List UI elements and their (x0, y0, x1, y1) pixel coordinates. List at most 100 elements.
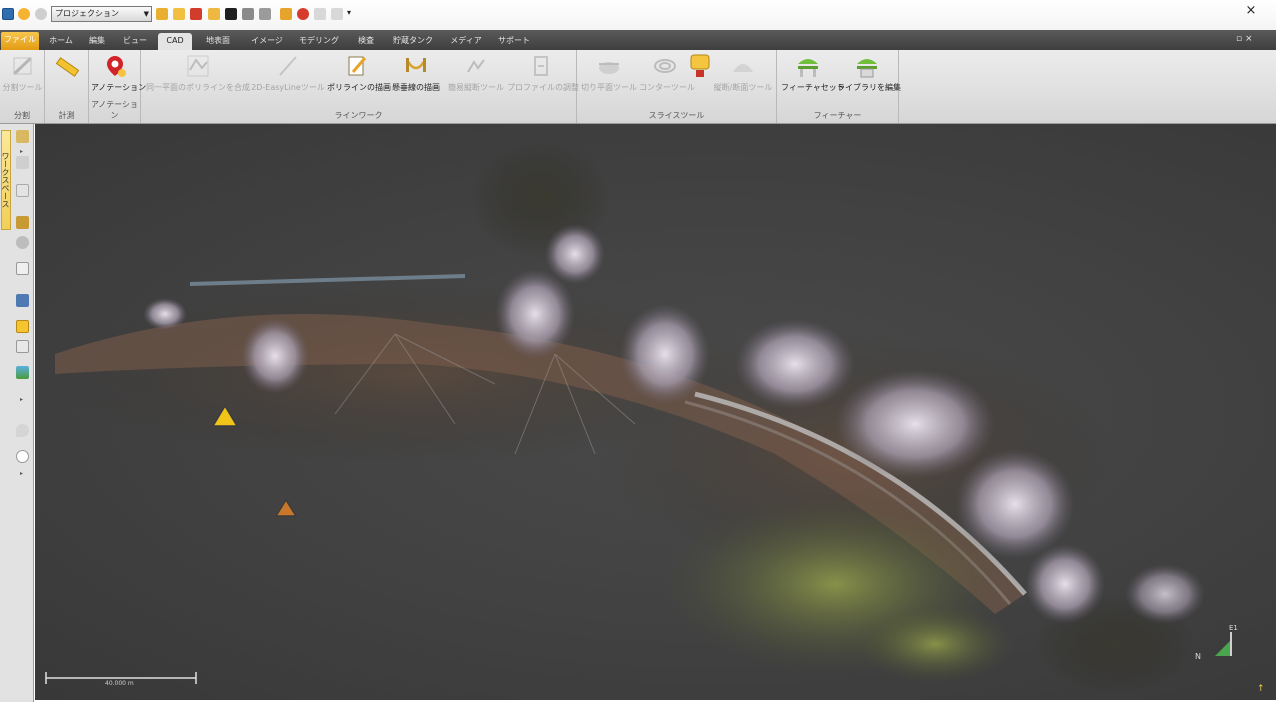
section-tool-button[interactable]: 縦断/断面ツール (711, 52, 775, 98)
export-icon[interactable] (208, 8, 220, 20)
tree-canopy (495, 269, 575, 359)
tab-cad[interactable]: CAD (158, 33, 192, 50)
edit-library-button[interactable]: ライブラリを編集 (837, 52, 901, 98)
window-restore-icon[interactable]: ▫ ⨯ (1236, 34, 1253, 44)
separator: ▸ (20, 470, 24, 477)
warning-view-icon[interactable] (16, 320, 29, 333)
axis-east-label: E1 (1229, 624, 1238, 632)
tree-canopy (1125, 564, 1205, 624)
drop-icon[interactable] (16, 424, 29, 437)
tree-canopy (835, 369, 995, 479)
profile-adjust-button[interactable]: プロファイルの調整 (507, 52, 579, 98)
tab-inspection[interactable]: 検査 (350, 33, 382, 50)
customize-icon[interactable]: ▾ (347, 8, 353, 20)
rotate-icon[interactable] (16, 236, 29, 249)
tab-ground[interactable]: 地表面 (196, 33, 240, 50)
tab-media[interactable]: メディア (446, 33, 486, 50)
group-label-slice: スライスツール (648, 111, 705, 120)
save-icon[interactable] (225, 8, 237, 20)
markup-icon[interactable] (314, 8, 326, 20)
fence-line (189, 274, 466, 286)
section-tool-label: 縦断/断面ツール (713, 83, 773, 92)
orientation-lock-icon[interactable]: ↑ (1257, 684, 1271, 696)
split-tool-icon (12, 56, 32, 76)
annotation-button[interactable]: アノテーション (91, 52, 146, 98)
screenshot-icon[interactable] (331, 8, 343, 20)
point-cloud-viewport[interactable]: 40.000 m N E1 ↑ (35, 124, 1276, 700)
section-tool-icon (733, 64, 753, 72)
app-icon[interactable] (2, 8, 14, 20)
edit-library-icon (857, 59, 877, 78)
ribbon: 分割ツール 分割 計測 アノテーション アノテーション 同一平面のポリラインを合… (0, 50, 1276, 124)
catenary-label: 懸垂線の描画 (392, 83, 440, 92)
catenary-icon (405, 58, 427, 72)
tab-view[interactable]: ビュー (116, 33, 154, 50)
layer-view-icon[interactable] (16, 294, 29, 307)
contour-icon (654, 59, 676, 73)
draw-polyline-label: ポリラインの描画 (327, 83, 391, 92)
feature-set-button[interactable]: フィーチャセット (781, 52, 845, 98)
tree-canopy (955, 449, 1075, 559)
tab-home[interactable]: ホーム (44, 33, 78, 50)
group-label-feature: フィーチャー (813, 111, 862, 120)
cut-plane-label: 切り平面ツール (581, 83, 637, 92)
warning-marker-icon[interactable] (274, 498, 298, 517)
undo-icon[interactable] (18, 8, 30, 20)
tab-image[interactable]: イメージ (246, 33, 288, 50)
cut-plane-button[interactable]: 切り平面ツール (581, 52, 637, 98)
select-icon[interactable] (16, 156, 29, 169)
profile-adjust-label: プロファイルの調整 (507, 83, 579, 92)
close-icon[interactable]: × (1240, 2, 1262, 22)
ribbon-group-annotation: アノテーション アノテーション (89, 50, 146, 123)
merge-polyline-button[interactable]: 同一平面のポリラインを合成 (145, 52, 251, 98)
scale-bar-label: 40.000 m (105, 680, 134, 687)
merge-polyline-icon (187, 55, 209, 77)
group-label-split: 分割 (14, 111, 30, 120)
tab-edit[interactable]: 編集 (82, 33, 112, 50)
navigate-icon[interactable] (16, 130, 29, 143)
catenary-button[interactable]: 懸垂線の描画 (387, 52, 445, 98)
tab-file[interactable]: ファイル (1, 32, 39, 50)
profile-tool-button[interactable]: 簡易縦断ツール (447, 52, 505, 98)
open-folder-icon[interactable] (156, 8, 168, 20)
layers-icon[interactable] (259, 8, 271, 20)
import-icon[interactable] (190, 8, 202, 20)
cylinder-icon[interactable] (16, 262, 29, 275)
split-tool-button[interactable]: 分割ツール (2, 52, 43, 98)
easyline-button[interactable]: 2D-EasyLineツール (251, 52, 325, 98)
profile-tool-label: 簡易縦断ツール (448, 83, 504, 92)
group-label-linework: ラインワーク (334, 111, 383, 120)
tab-modeling[interactable]: モデリング (294, 33, 344, 50)
box-icon[interactable] (16, 184, 29, 197)
annotation-icon[interactable] (297, 8, 309, 20)
chevron-down-icon: ▼ (143, 10, 149, 18)
draw-polyline-icon (348, 56, 367, 76)
feature-set-label: フィーチャセット (781, 83, 845, 92)
group-label-annotation: アノテーション (90, 100, 139, 120)
workspace-tab[interactable]: ワークスペース (1, 130, 11, 230)
ribbon-tab-strip: ファイル ホーム 編集 ビュー CAD 地表面 イメージ モデリング 検査 貯蔵… (0, 30, 1276, 50)
tree-canopy (241, 318, 309, 394)
pencil-icon[interactable] (280, 8, 292, 20)
contour-button[interactable]: コンターツール (639, 52, 695, 98)
tree-canopy (620, 304, 710, 404)
project-combo[interactable]: プロジェクション ▼ (51, 6, 152, 22)
merge-polyline-label: 同一平面のポリラインを合成 (146, 83, 250, 92)
ribbon-group-linework: 同一平面のポリラインを合成 2D-EasyLineツール ポリラインの描画 懸垂… (141, 50, 579, 123)
print-icon[interactable] (242, 8, 254, 20)
separator: ▸ (20, 148, 24, 155)
axis-north-label: N (1195, 652, 1201, 661)
tab-storage-tank[interactable]: 貯蔵タンク (388, 33, 438, 50)
fence-icon[interactable] (16, 216, 29, 229)
terrain-icon[interactable] (16, 366, 29, 379)
new-file-icon[interactable] (173, 8, 185, 20)
draw-polyline-button[interactable]: ポリラインの描画 (327, 52, 391, 98)
grid-icon[interactable] (16, 340, 29, 353)
tab-support[interactable]: サポート (492, 33, 536, 50)
ribbon-group-measure: 計測 (45, 50, 89, 123)
edit-library-label: ライブラリを編集 (837, 83, 901, 92)
tree-canopy (1025, 544, 1105, 624)
measure-button[interactable] (51, 52, 83, 98)
sphere-icon[interactable] (16, 450, 29, 463)
redo-icon[interactable] (35, 8, 47, 20)
